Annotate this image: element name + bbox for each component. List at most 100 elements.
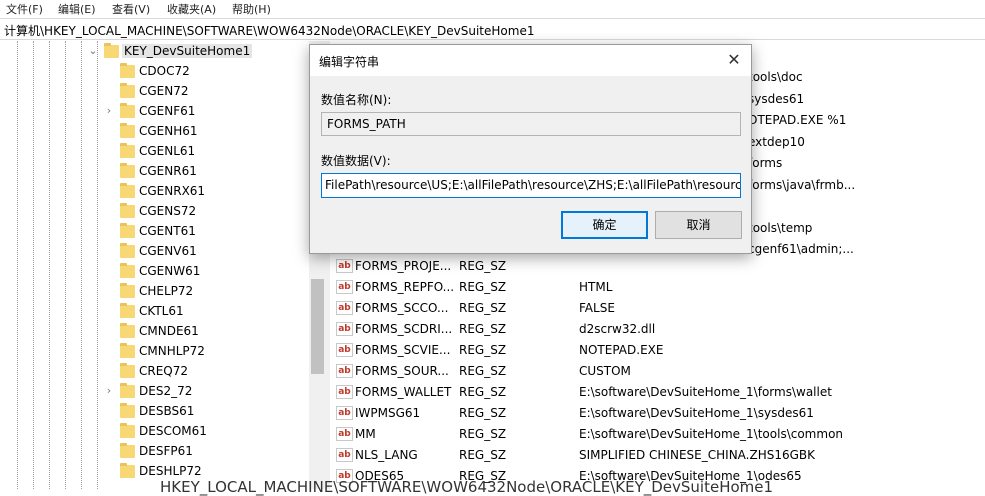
folder-icon [120,223,135,238]
tree-node[interactable]: CHELP72 [0,282,326,302]
value-row[interactable]: ab FORMS_SCVIE... REG_SZ NOTEPAD.EXE [330,340,985,361]
close-icon[interactable]: ✕ [723,49,745,71]
value-row[interactable]: ab IWPMSG61 REG_SZ E:\software\DevSuiteHome… [330,403,985,424]
tree-node-label: DESHLP72 [139,464,202,478]
value-name: FORMS_SCCO... [355,301,449,315]
tree-node[interactable]: CKTL61 [0,302,326,322]
value-row[interactable]: ab FORMS_SCCO... REG_SZ FALSE [330,298,985,319]
tree-node[interactable]: CGENH61 [0,122,326,142]
value-data: CUSTOM [579,364,631,378]
value-row[interactable]: ab FORMS_SOUR... REG_SZ CUSTOM [330,361,985,382]
menu-bar: 文件(F) 编辑(E) 查看(V) 收藏夹(A) 帮助(H) [0,0,985,17]
folder-icon [120,303,135,318]
tree-node[interactable]: CGENV61 [0,242,326,262]
string-value-icon: ab [336,322,353,336]
value-type: REG_SZ [459,448,507,462]
value-name: FORMS_REPFO... [355,280,455,294]
value-row[interactable]: ab FORMS_REPFO... REG_SZ HTML [330,277,985,298]
folder-icon [120,183,135,198]
value-data: NOTEPAD.EXE [579,343,664,357]
tree-node-label: DESBS61 [139,404,195,418]
tree-node[interactable]: CGENT61 [0,222,326,242]
menu-edit[interactable]: 编辑(E) [58,1,96,17]
tree-node[interactable]: CMNDE61 [0,322,326,342]
value-data-partial: sysdes61 [748,91,805,106]
folder-icon [120,103,135,118]
scrollbar-thumb[interactable] [311,279,324,374]
value-data-partial: tools\doc [748,70,803,84]
folder-icon [120,343,135,358]
value-data: d2scrw32.dll [579,322,656,336]
string-value-icon: ab [336,343,353,357]
tree-node-label: CHELP72 [139,284,194,298]
value-row[interactable]: ab MM REG_SZ E:\software\DevSuiteHome_1\too… [330,424,985,445]
tree-node[interactable]: DESFP61 [0,442,326,462]
folder-icon [120,243,135,258]
tree-node-label: CMNDE61 [139,324,199,338]
chevron-down-icon[interactable]: ⌄ [88,44,98,57]
value-data-partial: OTEPAD.EXE %1 [748,113,847,127]
tree-node-selected[interactable]: ⌄ KEY_DevSuiteHome1 [0,42,326,62]
tree-node[interactable]: CGENR61 [0,162,326,182]
string-value-icon: ab [336,406,353,420]
tree-node-label: DESCOM61 [139,424,207,438]
value-type: REG_SZ [459,343,507,357]
value-type: REG_SZ [459,322,507,336]
folder-icon [120,383,135,398]
dialog-titlebar[interactable]: 编辑字符串 ✕ [310,45,751,76]
tree-node[interactable]: CGEN72 [0,82,326,102]
tree-node-label: CGENW61 [139,264,201,278]
tree-node[interactable]: DESBS61 [0,402,326,422]
value-row[interactable]: ab FORMS_WALLET REG_SZ E:\software\DevSuite… [330,382,985,403]
value-data-partial: tools\temp [748,220,813,235]
value-name-text: FORMS_PATH [327,117,406,131]
cancel-button[interactable]: 取消 [655,211,742,239]
dialog-title: 编辑字符串 [319,55,380,69]
value-row[interactable]: ab FORMS_SCDRI... REG_SZ d2scrw32.dll [330,319,985,340]
menu-help[interactable]: 帮助(H) [232,1,271,17]
tree-node-label: KEY_DevSuiteHome1 [122,44,253,58]
tree-node-label: CDOC72 [139,64,190,78]
value-data-partial: forms\java\frmb... [748,177,856,192]
value-data-partial: cgenf61\admin;... [748,242,854,256]
folder-icon [120,203,135,218]
tree-node[interactable]: CGENL61 [0,142,326,162]
value-type: REG_SZ [459,364,507,378]
value-name-field: FORMS_PATH [321,112,741,136]
edit-string-dialog: 编辑字符串 ✕ 数值名称(N): FORMS_PATH 数值数据(V): Fil… [309,44,752,254]
folder-icon [120,323,135,338]
value-name: MM [355,427,376,441]
value-row[interactable]: ab NLS_LANG REG_SZ SIMPLIFIED CHINESE_CHINA… [330,445,985,466]
menu-view[interactable]: 查看(V) [112,1,150,17]
chevron-right-icon[interactable]: › [104,104,114,117]
tree-node[interactable]: CGENW61 [0,262,326,282]
tree-node[interactable]: CGENRX61 [0,182,326,202]
menu-favorites[interactable]: 收藏夹(A) [167,1,216,17]
string-value-icon: ab [336,427,353,441]
tree-node[interactable]: DESCOM61 [0,422,326,442]
tree-node[interactable]: › DES2_72 [0,382,326,402]
value-data-input[interactable]: FilePath\resource\US;E:\allFilePath\reso… [321,173,741,198]
tree-node[interactable]: CGENS72 [0,202,326,222]
value-type: REG_SZ [459,385,507,399]
tree-node-label: CKTL61 [139,304,184,318]
tree-node[interactable]: CDOC72 [0,62,326,82]
tree-node-label: DES2_72 [139,384,193,398]
string-value-icon: ab [336,301,353,315]
tree-node[interactable]: › CGENF61 [0,102,326,122]
tree-node[interactable]: CMNHLP72 [0,342,326,362]
ok-button[interactable]: 确定 [561,211,648,239]
menu-file[interactable]: 文件(F) [6,1,43,17]
folder-icon [104,43,119,58]
folder-icon [120,423,135,438]
value-data: FALSE [579,301,615,315]
folder-icon [120,63,135,78]
folder-icon [120,443,135,458]
address-bar[interactable]: 计算机\HKEY_LOCAL_MACHINE\SOFTWARE\WOW6432N… [0,18,985,40]
value-name: FORMS_WALLET [355,385,452,399]
value-name: FORMS_SOUR... [355,364,449,378]
value-data: SIMPLIFIED CHINESE_CHINA.ZHS16GBK [579,448,816,462]
chevron-right-icon[interactable]: › [104,384,114,397]
tree-node[interactable]: CREQ72 [0,362,326,382]
value-row[interactable]: ab FORMS_PROJE... REG_SZ [330,256,985,277]
